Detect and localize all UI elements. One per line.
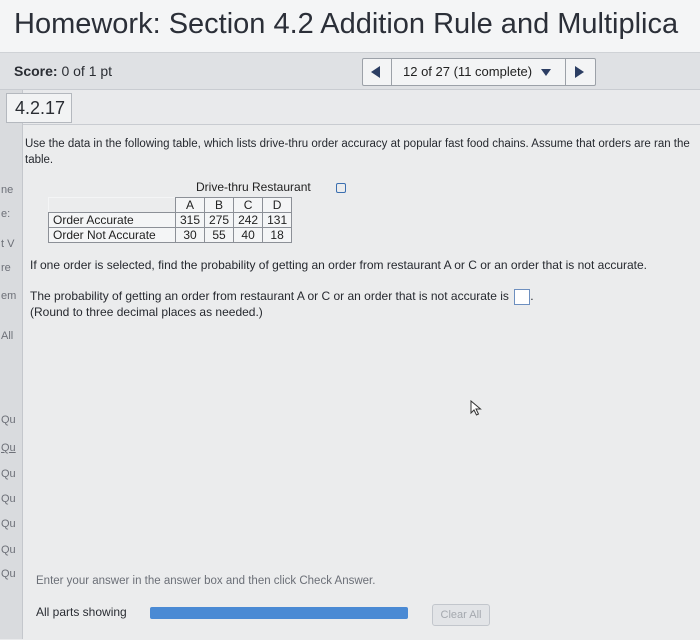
sidebar-question-link[interactable]: Qu (1, 518, 16, 530)
score-value: 0 of 1 pt (61, 63, 113, 79)
table-title: Drive-thru Restaurant (196, 180, 311, 194)
row-label: Order Accurate (48, 212, 176, 228)
nav-divider (565, 59, 566, 85)
problem-number: 4.2.17 (15, 98, 66, 118)
sidebar-question-link[interactable]: Qu (1, 493, 16, 505)
footer-hint: Enter your answer in the answer box and … (36, 575, 376, 587)
score-row: Score: 0 of 1 pt 12 of 27 (11 complete) (0, 53, 700, 90)
answer-line: The probability of getting an order from… (30, 289, 534, 305)
previous-question-icon[interactable] (371, 66, 380, 78)
sidebar-fragment: t V (1, 238, 15, 250)
question-text: If one order is selected, find the proba… (30, 258, 648, 272)
table-cell: 30 (174, 227, 206, 243)
table-cell: 131 (262, 212, 293, 228)
nav-divider (391, 59, 392, 85)
problem-instructions: Use the data in the following table, whi… (25, 138, 690, 166)
answer-prompt: The probability of getting an order from… (30, 289, 509, 304)
table-cell: 275 (204, 212, 235, 228)
sidebar-fragment: All (1, 330, 14, 342)
sidebar-question-link[interactable]: Qu (1, 468, 16, 480)
column-header: B (204, 197, 235, 213)
column-header: C (233, 197, 264, 213)
table-cell: 55 (204, 227, 235, 243)
score-label: Score: (14, 63, 58, 79)
sidebar-fragment: ne (1, 184, 14, 196)
score-display: Score: 0 of 1 pt (14, 63, 112, 79)
progress-fill (150, 607, 408, 619)
sidebar-fragment: em (1, 290, 17, 302)
sidebar-question-link[interactable]: Qu (1, 414, 16, 426)
answer-input[interactable] (514, 289, 531, 305)
table-cell: 315 (174, 212, 206, 228)
next-question-icon[interactable] (575, 66, 584, 78)
question-navigator: 12 of 27 (11 complete) (362, 58, 596, 86)
parts-showing-label: All parts showing (36, 605, 127, 619)
clear-all-button[interactable]: Clear All (432, 604, 490, 626)
row-label: Order Not Accurate (48, 227, 176, 243)
rounding-note: (Round to three decimal places as needed… (30, 305, 263, 319)
mouse-cursor-icon (470, 400, 482, 416)
title-bar: Homework: Section 4.2 Addition Rule and … (0, 0, 700, 53)
problem-number-tab: 4.2.17 (6, 93, 72, 123)
sidebar-question-link[interactable]: Qu (1, 568, 16, 580)
parts-progress-bar (150, 607, 408, 619)
table-cell: 18 (262, 227, 293, 243)
left-sidebar: ne e: t V re em All Qu Qu Qu Qu Qu Qu Qu (0, 90, 23, 639)
table-header-row: A B C D (48, 197, 293, 213)
copy-table-icon[interactable] (336, 183, 346, 193)
table-cell: 40 (233, 227, 264, 243)
data-table: A B C D Order Accurate 315 275 242 131 O… (48, 197, 293, 243)
answer-period: . (530, 289, 534, 304)
sidebar-fragment: e: (1, 208, 11, 220)
sidebar-question-link[interactable]: Qu (1, 442, 16, 454)
table-row: Order Not Accurate 30 55 40 18 (48, 227, 293, 243)
column-header: A (174, 197, 206, 213)
page-title: Homework: Section 4.2 Addition Rule and … (14, 8, 679, 40)
table-row: Order Accurate 315 275 242 131 (48, 212, 293, 228)
chevron-down-icon[interactable] (541, 69, 551, 76)
question-position-label[interactable]: 12 of 27 (11 complete) (403, 64, 532, 79)
column-header: D (262, 197, 293, 213)
sidebar-fragment: re (1, 262, 11, 274)
table-cell: 242 (233, 212, 264, 228)
sidebar-question-link[interactable]: Qu (1, 544, 16, 556)
table-corner (48, 197, 176, 213)
